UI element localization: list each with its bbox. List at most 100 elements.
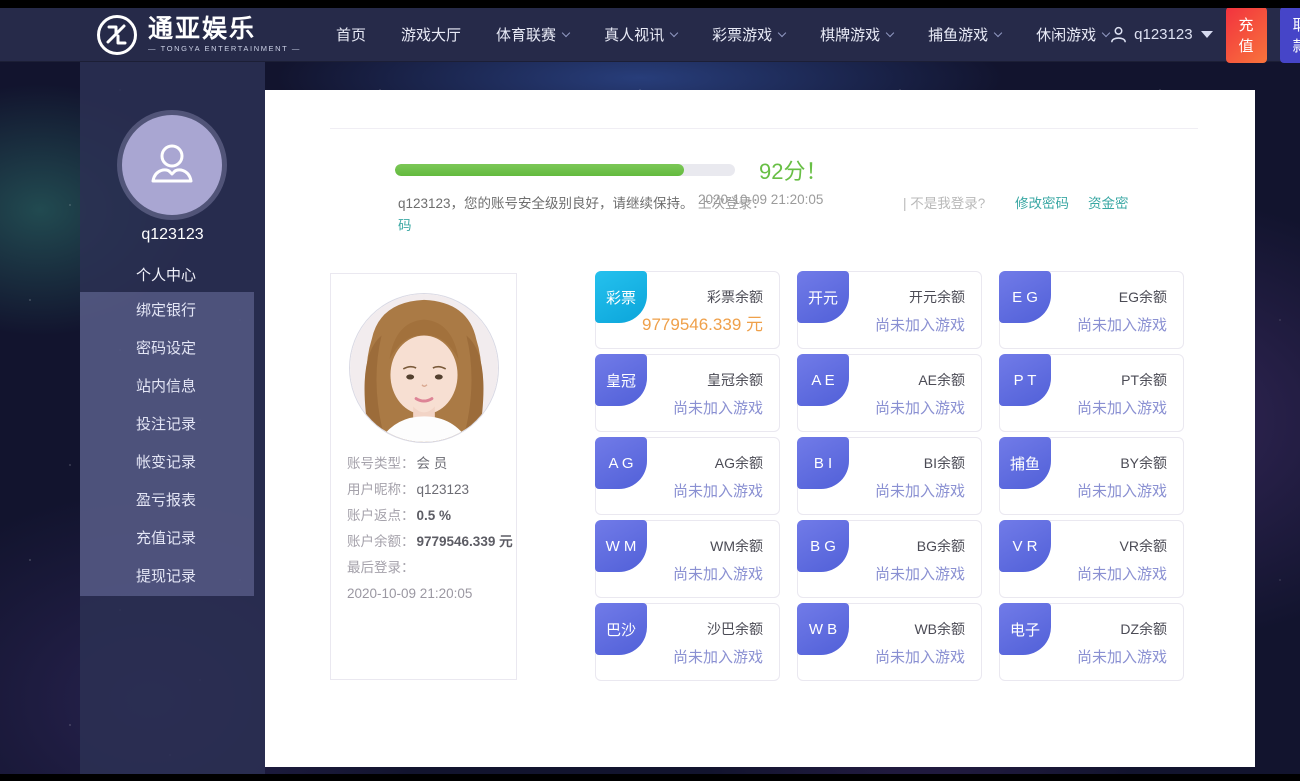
profile-row-account-type: 账号类型：会 员 — [347, 451, 500, 477]
profile-label: 账户余额： — [347, 534, 415, 549]
profile-label: 账号类型： — [347, 456, 415, 471]
sidebar-item-personal-center[interactable]: 个人中心 — [80, 258, 254, 294]
wallet-card-wm[interactable]: W M WM余额 尚未加入游戏 — [595, 520, 780, 598]
change-password-link[interactable]: 修改密码 — [1015, 192, 1069, 212]
wallet-badge: A G — [595, 437, 647, 489]
nav-item-casual[interactable]: 休闲游戏 — [1036, 24, 1111, 45]
navbar-right: q123123 充值 取款 — [1109, 6, 1300, 63]
wallet-badge: 捕鱼 — [999, 437, 1051, 489]
person-avatar-icon — [151, 144, 193, 183]
wallet-value: 尚未加入游戏 — [1076, 317, 1167, 334]
wallet-badge: 彩票 — [595, 271, 647, 323]
wallet-card-kaiyuan[interactable]: 开元 开元余额 尚未加入游戏 — [797, 271, 982, 349]
nav-item-fishing[interactable]: 捕鱼游戏 — [928, 24, 1003, 45]
wallet-card-ag[interactable]: A G AG余额 尚未加入游戏 — [595, 437, 780, 515]
security-message: q123123，您的账号安全级别良好，请继续保持。 — [398, 196, 694, 211]
profile-row-rebate: 账户返点： 0.5 % — [347, 503, 500, 529]
main-nav: 首页 游戏大厅 体育联赛 真人视讯 彩票游戏 棋牌游戏 捕鱼游戏 休闲游戏 — [336, 24, 1111, 45]
profile-row-last-login-date: 2020-10-09 21:20:05 — [347, 581, 500, 607]
nav-item-home[interactable]: 首页 — [336, 24, 366, 45]
wallet-card-huangguan[interactable]: 皇冠 皇冠余额 尚未加入游戏 — [595, 354, 780, 432]
sidebar-item-withdraw-records[interactable]: 提现记录 — [80, 558, 254, 596]
wallet-badge: W B — [797, 603, 849, 655]
wallet-value: 尚未加入游戏 — [874, 566, 965, 583]
wallet-card-ae[interactable]: A E AE余额 尚未加入游戏 — [797, 354, 982, 432]
nav-item-board-games[interactable]: 棋牌游戏 — [820, 24, 895, 45]
profile-card: 账号类型：会 员 用户昵称： q123123 账户返点： 0.5 % 账户余额： 97… — [330, 273, 517, 680]
divider — [330, 128, 1198, 129]
brand-subtitle: — TONGYA ENTERTAINMENT — — [148, 44, 302, 53]
security-score: 92分！ — [759, 159, 828, 184]
not-me-link[interactable]: | 不是我登录? — [903, 192, 985, 212]
nav-item-live-casino[interactable]: 真人视讯 — [604, 24, 679, 45]
nav-label: 捕鱼游戏 — [928, 27, 989, 44]
profile-label: 账户返点： — [347, 508, 415, 523]
nav-label: 休闲游戏 — [1036, 27, 1097, 44]
wallet-badge: V R — [999, 520, 1051, 572]
wallet-card-wb[interactable]: W B WB余额 尚未加入游戏 — [797, 603, 982, 681]
nav-label: 首页 — [336, 27, 367, 44]
profile-value: 会 员 — [416, 456, 448, 471]
top-navbar: 通亚娱乐 — TONGYA ENTERTAINMENT — 首页 游戏大厅 体育… — [0, 6, 1300, 63]
wallet-value: 尚未加入游戏 — [1076, 400, 1167, 417]
chevron-down-icon — [777, 28, 787, 38]
brand-title: 通亚娱乐 — [148, 15, 257, 43]
wallet-label: 皇冠余额 — [707, 372, 763, 388]
wallet-card-buyu[interactable]: 捕鱼 BY余额 尚未加入游戏 — [999, 437, 1184, 515]
wallet-card-lottery[interactable]: 彩票 彩票余额 9779546.339 元 — [595, 271, 780, 349]
wallet-label: WB余额 — [914, 621, 965, 637]
sidebar-item-profit-loss-report[interactable]: 盈亏报表 — [80, 482, 254, 520]
deposit-button[interactable]: 充值 — [1225, 6, 1267, 63]
withdraw-button[interactable]: 取款 — [1279, 6, 1300, 63]
profile-photo — [348, 293, 499, 443]
brand-logo[interactable]: 通亚娱乐 — TONGYA ENTERTAINMENT — — [95, 13, 301, 57]
last-login-value: 2020-10-09 21:20:05 — [698, 192, 824, 207]
wallet-value: 尚未加入游戏 — [672, 566, 763, 583]
sidebar-item-site-messages[interactable]: 站内信息 — [80, 368, 254, 406]
wallet-label: BG余额 — [916, 538, 965, 554]
bottom-black-bar — [0, 774, 1300, 781]
nav-label: 棋牌游戏 — [820, 27, 881, 44]
wallet-label: EG余额 — [1118, 289, 1167, 305]
security-score-row: 92分！ — [395, 154, 827, 186]
chevron-down-icon — [669, 28, 679, 38]
profile-row-balance: 账户余额： 9779546.339 元 — [347, 529, 513, 555]
wallet-value: 尚未加入游戏 — [874, 483, 965, 500]
nav-item-lottery[interactable]: 彩票游戏 — [712, 24, 787, 45]
sidebar-item-deposit-records[interactable]: 充值记录 — [80, 520, 254, 558]
chevron-down-icon — [993, 28, 1003, 38]
navbar-username: q123123 — [1134, 26, 1193, 43]
wallet-label: PT余额 — [1121, 372, 1167, 388]
profile-value: q123123 — [416, 482, 470, 497]
wallet-card-vr[interactable]: V R VR余额 尚未加入游戏 — [999, 520, 1184, 598]
nav-label: 游戏大厅 — [401, 27, 462, 44]
wallet-card-bg[interactable]: B G BG余额 尚未加入游戏 — [797, 520, 982, 598]
profile-label: 用户昵称： — [347, 482, 415, 497]
wallet-value: 尚未加入游戏 — [672, 483, 763, 500]
wallet-card-basha[interactable]: 巴沙 沙巴余额 尚未加入游戏 — [595, 603, 780, 681]
sidebar-item-bind-bank[interactable]: 绑定银行 — [80, 292, 254, 330]
nav-label: 彩票游戏 — [712, 27, 773, 44]
fund-password-link[interactable]: 资金密 — [1088, 192, 1129, 212]
wallet-badge: A E — [797, 354, 849, 406]
user-dropdown[interactable]: q123123 — [1109, 25, 1213, 44]
wallet-label: 彩票余额 — [707, 289, 763, 305]
fund-password-link-wrap[interactable]: 码 — [398, 214, 412, 234]
person-icon — [1111, 26, 1127, 43]
main-panel: 92分！ q123123，您的账号安全级别良好，请继续保持。 上次登录： 2020… — [265, 90, 1255, 767]
wallet-card-dianzi[interactable]: 电子 DZ余额 尚未加入游戏 — [999, 603, 1184, 681]
wallet-label: BY余额 — [1120, 455, 1167, 471]
security-message-row: q123123，您的账号安全级别良好，请继续保持。 上次登录： 2020-10-0… — [398, 192, 1168, 238]
wallet-label: AE余额 — [918, 372, 965, 388]
wallet-card-eg[interactable]: E G EG余额 尚未加入游戏 — [999, 271, 1184, 349]
nav-item-game-hall[interactable]: 游戏大厅 — [401, 24, 461, 45]
wallet-label: DZ余额 — [1120, 621, 1167, 637]
sidebar-item-bet-records[interactable]: 投注记录 — [80, 406, 254, 444]
sidebar-item-password-settings[interactable]: 密码设定 — [80, 330, 254, 368]
wallet-badge: 皇冠 — [595, 354, 647, 406]
nav-item-sports[interactable]: 体育联赛 — [496, 24, 571, 45]
wallet-label: WM余额 — [710, 538, 763, 554]
wallet-card-bi[interactable]: B I BI余额 尚未加入游戏 — [797, 437, 982, 515]
sidebar-item-account-changes[interactable]: 帐变记录 — [80, 444, 254, 482]
wallet-card-pt[interactable]: P T PT余额 尚未加入游戏 — [999, 354, 1184, 432]
